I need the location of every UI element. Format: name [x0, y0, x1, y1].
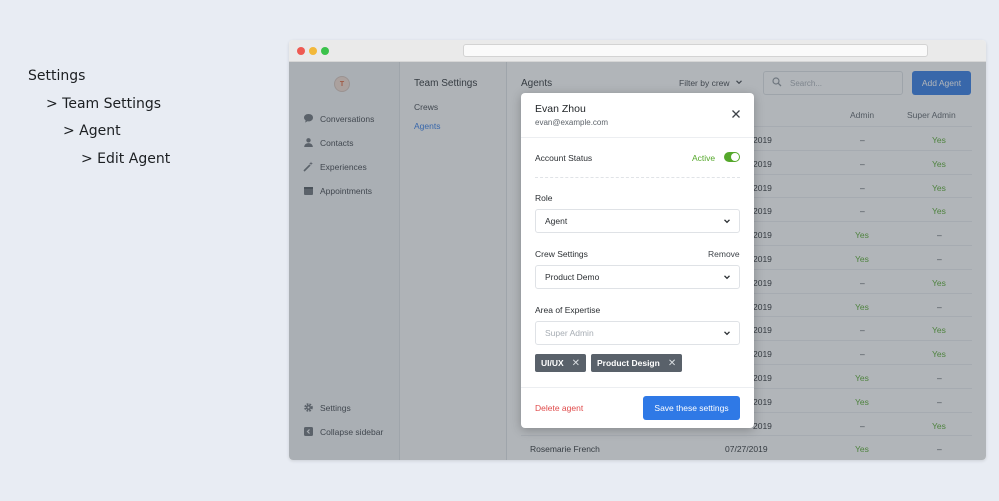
area-of-expertise-label: Area of Expertise [535, 305, 601, 315]
divider [521, 137, 754, 138]
divider [521, 387, 754, 388]
account-status-toggle[interactable] [724, 152, 740, 162]
crew-select[interactable]: Product Demo [535, 265, 740, 289]
close-icon [732, 110, 740, 118]
account-status-value: Active [692, 153, 716, 163]
remove-tag-icon[interactable]: ✕ [572, 358, 580, 369]
close-modal-button[interactable] [730, 109, 742, 121]
remove-tag-icon[interactable]: ✕ [668, 358, 676, 369]
edit-agent-modal: Evan Zhou evan@example.com Account Statu… [521, 93, 754, 428]
chevron-down-icon [724, 219, 730, 224]
save-settings-button[interactable]: Save these settings [643, 396, 740, 420]
agent-email: evan@example.com [535, 118, 609, 127]
close-window-button[interactable] [297, 47, 305, 55]
tag-label: UI/UX [541, 358, 564, 368]
expertise-placeholder: Super Admin [545, 328, 594, 338]
address-bar[interactable] [463, 44, 928, 57]
breadcrumb-settings[interactable]: Settings [28, 68, 170, 96]
account-status-label: Account Status [535, 153, 593, 163]
crew-value: Product Demo [545, 272, 600, 282]
crew-settings-label: Crew Settings [535, 249, 588, 259]
maximize-window-button[interactable] [321, 47, 329, 55]
breadcrumb-edit-agent: > Edit Agent [81, 150, 171, 167]
breadcrumb: Settings > Team Settings > Agent > Edit … [28, 68, 170, 178]
remove-crew-link[interactable]: Remove [708, 249, 740, 259]
role-value: Agent [545, 216, 568, 226]
expertise-tag: Product Design ✕ [591, 354, 683, 372]
minimize-window-button[interactable] [309, 47, 317, 55]
tag-label: Product Design [597, 358, 660, 368]
divider [535, 177, 740, 178]
breadcrumb-agent[interactable]: > Agent [28, 123, 170, 151]
expertise-select[interactable]: Super Admin [535, 321, 740, 345]
delete-agent-link[interactable]: Delete agent [535, 403, 583, 413]
agent-name: Evan Zhou [535, 103, 586, 115]
chevron-down-icon [724, 275, 730, 280]
window-titlebar [289, 40, 986, 62]
role-select[interactable]: Agent [535, 209, 740, 233]
breadcrumb-team-settings[interactable]: > Team Settings [28, 96, 170, 124]
role-label: Role [535, 193, 553, 203]
expertise-tag: UI/UX ✕ [535, 354, 587, 372]
chevron-down-icon [724, 331, 730, 336]
